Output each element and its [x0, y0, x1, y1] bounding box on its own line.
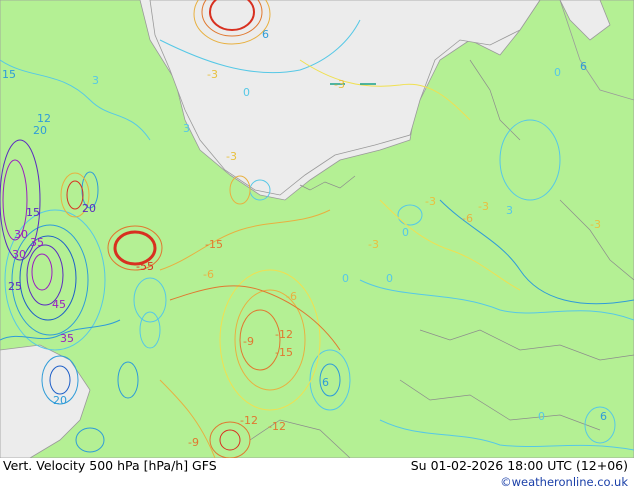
contour-label: 6 — [322, 376, 329, 389]
contour-label: 6 — [600, 410, 607, 423]
contour-label: 3 — [92, 74, 99, 87]
contour-label: 3 — [183, 122, 190, 135]
contour-label: 15 — [26, 206, 40, 219]
contour-label: -12 — [275, 328, 293, 341]
contour-label: 6 — [580, 60, 587, 73]
contour-label: 0 — [342, 272, 349, 285]
contour-label: -3 — [226, 150, 237, 163]
contour-label: 15 — [2, 68, 16, 81]
contour-label: -3 — [478, 200, 489, 213]
contour-label: -12 — [240, 414, 258, 427]
contour-label: -3 — [425, 195, 436, 208]
map-footer: Vert. Velocity 500 hPa [hPa/h] GFS Su 01… — [0, 458, 634, 490]
forecast-map: 3 3 3 -3 -3 -3 -3 -3 -3 -3 0 0 0 0 0 0 6… — [0, 0, 634, 458]
contour-label: -12 — [268, 420, 286, 433]
contour-label: -55 — [136, 260, 154, 273]
contour-label: 35 — [30, 236, 44, 249]
map-title: Vert. Velocity 500 hPa [hPa/h] GFS — [3, 458, 217, 473]
contour-label: 3 — [506, 204, 513, 217]
contour-label: 0 — [538, 410, 545, 423]
contour-label: 20 — [53, 394, 67, 407]
map-frame: 3 3 3 -3 -3 -3 -3 -3 -3 -3 0 0 0 0 0 0 6… — [0, 0, 634, 490]
contour-label: 35 — [60, 332, 74, 345]
valid-time: Su 01-02-2026 18:00 UTC (12+06) — [410, 458, 628, 473]
contour-label: -6 — [286, 290, 297, 303]
contour-label: -3 — [207, 68, 218, 81]
contour-label: 45 — [52, 298, 66, 311]
contour-label: 0 — [386, 272, 393, 285]
contour-label: 30 — [14, 228, 28, 241]
contour-label: -6 — [203, 268, 214, 281]
contour-label: 0 — [243, 86, 250, 99]
contour-label: -15 — [205, 238, 223, 251]
contour-label: 6 — [262, 28, 269, 41]
contour-label: -15 — [275, 346, 293, 359]
contour-label: -3 — [590, 218, 601, 231]
contour-label: 0 — [554, 66, 561, 79]
contour-label: -3 — [334, 78, 345, 91]
contour-label: 20 — [82, 202, 96, 215]
contour-label: -9 — [243, 335, 254, 348]
contour-label: -9 — [188, 436, 199, 449]
contour-label: 30 — [12, 248, 26, 261]
contour-label: -6 — [462, 212, 473, 225]
contour-label: 0 — [402, 226, 409, 239]
contour-label: -3 — [368, 238, 379, 251]
contour-label: 25 — [8, 280, 22, 293]
contour-label: 20 — [33, 124, 47, 137]
credit-link[interactable]: ©weatheronline.co.uk — [500, 475, 628, 489]
